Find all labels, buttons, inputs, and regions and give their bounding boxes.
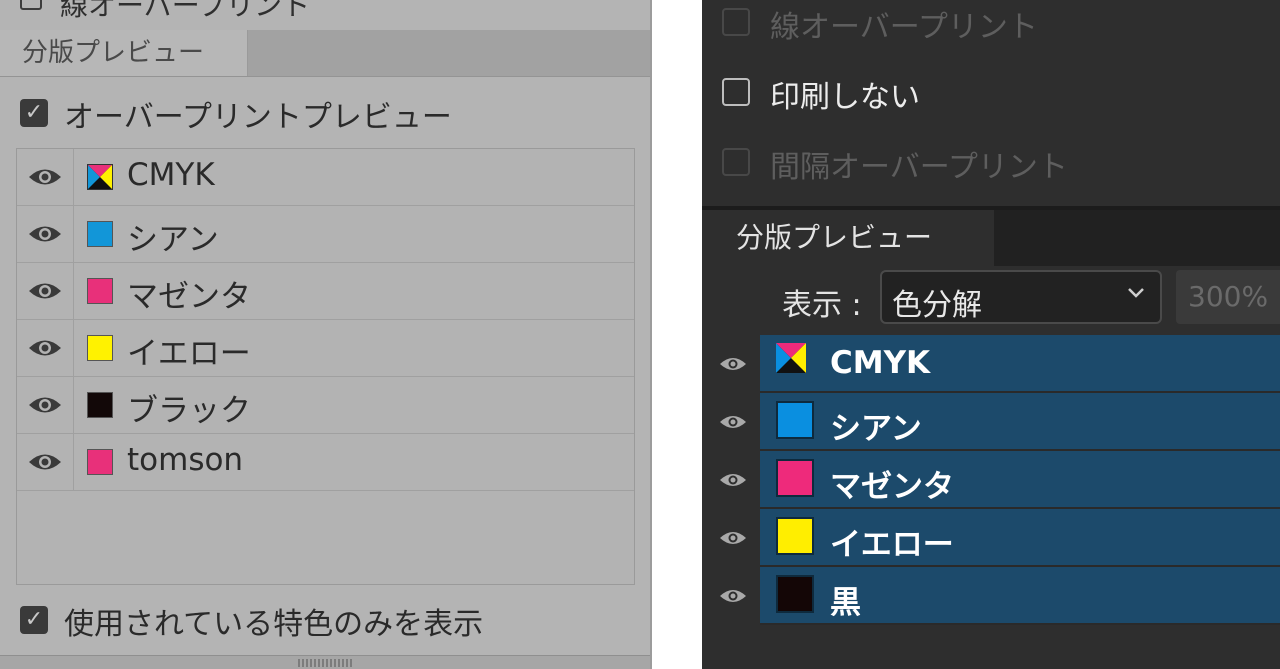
plate-row-magenta[interactable]: マゼンタ xyxy=(702,451,1280,509)
plate-row-tomson[interactable]: tomson xyxy=(17,434,634,491)
eye-icon xyxy=(29,397,61,413)
color-swatch xyxy=(87,278,113,304)
selected-row-band: 黒 xyxy=(760,567,1280,625)
eye-icon xyxy=(29,283,61,299)
plate-row-magenta[interactable]: マゼンタ xyxy=(17,263,634,320)
eye-icon xyxy=(720,416,746,428)
selected-row-band: イエロー xyxy=(760,509,1280,567)
panel-tabbar: 分版プレビュー xyxy=(702,210,1280,266)
plate-name: イエロー xyxy=(127,336,251,372)
used-spot-only-label: 使用されている特色のみを表示 xyxy=(64,607,484,642)
display-label: 表示 : xyxy=(782,288,862,323)
overprint-stroke-label: 線オーバープリント xyxy=(770,10,1038,45)
overprint-stroke-checkbox[interactable] xyxy=(20,0,42,10)
plate-row-cmyk[interactable]: CMYK xyxy=(17,149,634,206)
overprint-stroke-checkbox[interactable] xyxy=(722,8,750,36)
display-mode-select[interactable]: 色分解 xyxy=(880,270,1162,324)
plate-list: CMYK シアン マゼンタ イエロー ブラック tomson xyxy=(16,148,635,585)
plate-row-cyan[interactable]: シアン xyxy=(702,393,1280,451)
plate-row-black[interactable]: 黒 xyxy=(702,567,1280,625)
plate-name: tomson xyxy=(127,442,244,478)
non-printing-checkbox[interactable] xyxy=(722,78,750,106)
plate-name: シアン xyxy=(830,411,922,447)
color-swatch xyxy=(776,459,814,497)
eye-icon xyxy=(720,532,746,544)
eye-icon xyxy=(29,169,61,185)
color-swatch xyxy=(776,575,814,613)
overprint-preview-checkbox[interactable]: ✓ xyxy=(20,99,48,127)
display-mode-value: 色分解 xyxy=(892,288,982,323)
plate-row-yellow[interactable]: イエロー xyxy=(702,509,1280,567)
plate-row-cyan[interactable]: シアン xyxy=(17,206,634,263)
color-swatch xyxy=(87,392,113,418)
color-swatch xyxy=(776,517,814,555)
top-option-label: 線オーバープリント xyxy=(60,0,311,22)
checkmark-icon: ✓ xyxy=(24,100,44,125)
dark-separations-panel: 線オーバープリント 印刷しない 間隔オーバープリント 分版プレビュー 表示 : … xyxy=(702,0,1280,669)
used-spot-only-checkbox[interactable]: ✓ xyxy=(20,606,48,634)
plate-name: CMYK xyxy=(830,345,931,381)
selected-row-band: マゼンタ xyxy=(760,451,1280,509)
plate-name: マゼンタ xyxy=(830,469,954,505)
cmyk-composite-icon xyxy=(776,343,806,373)
eye-icon xyxy=(29,340,61,356)
plate-name: ブラック xyxy=(127,393,251,429)
zoom-field[interactable]: 300% xyxy=(1176,270,1280,324)
chevron-down-icon xyxy=(1128,288,1144,298)
eye-toggle[interactable] xyxy=(702,451,760,508)
eye-icon xyxy=(720,590,746,602)
plate-name: マゼンタ xyxy=(127,279,251,315)
eye-toggle[interactable] xyxy=(702,335,760,392)
resize-grip-icon[interactable] xyxy=(298,659,352,667)
eye-toggle[interactable] xyxy=(17,149,74,205)
panel-bottom-bar xyxy=(0,655,650,669)
overprint-preview-label: オーバープリントプレビュー xyxy=(64,100,452,135)
selected-row-band: CMYK xyxy=(760,335,1280,393)
eye-icon xyxy=(720,358,746,370)
eye-icon xyxy=(29,226,61,242)
color-swatch xyxy=(87,449,113,475)
eye-toggle[interactable] xyxy=(17,263,74,319)
eye-toggle[interactable] xyxy=(702,393,760,450)
selected-row-band: シアン xyxy=(760,393,1280,451)
tab-separations-preview[interactable]: 分版プレビュー xyxy=(0,30,248,76)
non-printing-label: 印刷しない xyxy=(770,80,920,115)
top-option-row: 線オーバープリント xyxy=(0,0,650,31)
overprint-gap-checkbox[interactable] xyxy=(722,148,750,176)
plate-name: イエロー xyxy=(830,527,954,563)
color-swatch xyxy=(87,221,113,247)
color-swatch xyxy=(776,401,814,439)
tab-separations-preview[interactable]: 分版プレビュー xyxy=(702,210,994,266)
eye-icon xyxy=(29,454,61,470)
light-separations-panel: 線オーバープリント 分版プレビュー ✓ オーバープリントプレビュー CMYK シ… xyxy=(0,0,652,669)
plate-name: シアン xyxy=(127,222,219,258)
plate-row-cmyk[interactable]: CMYK xyxy=(702,335,1280,393)
panel-tabbar: 分版プレビュー xyxy=(0,30,650,77)
eye-toggle[interactable] xyxy=(17,206,74,262)
cmyk-composite-icon xyxy=(87,164,113,190)
plate-name: CMYK xyxy=(127,157,215,193)
eye-toggle[interactable] xyxy=(17,320,74,376)
checkmark-icon: ✓ xyxy=(24,607,44,632)
plate-row-black[interactable]: ブラック xyxy=(17,377,634,434)
eye-toggle[interactable] xyxy=(702,567,760,624)
overprint-gap-label: 間隔オーバープリント xyxy=(770,150,1068,185)
eye-icon xyxy=(720,474,746,486)
eye-toggle[interactable] xyxy=(17,377,74,433)
eye-toggle[interactable] xyxy=(702,509,760,566)
plate-name: 黒 xyxy=(830,585,861,621)
color-swatch xyxy=(87,335,113,361)
eye-toggle[interactable] xyxy=(17,434,74,490)
plate-row-yellow[interactable]: イエロー xyxy=(17,320,634,377)
